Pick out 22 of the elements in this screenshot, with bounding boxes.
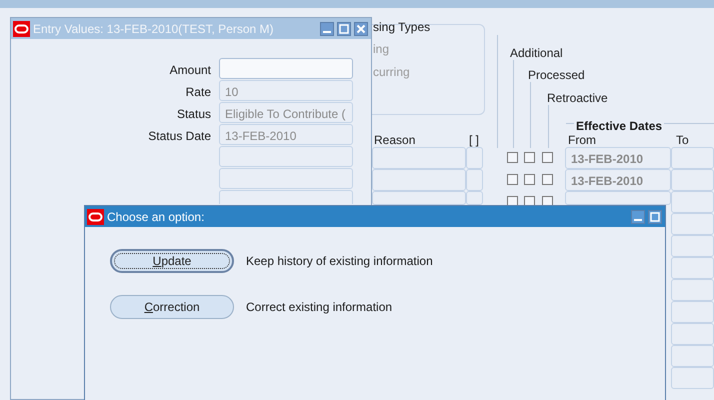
option-description: Correct existing information — [246, 299, 392, 316]
column-header: [ ] — [469, 132, 480, 149]
group-title: sing Types — [373, 19, 430, 36]
option-label: curring — [373, 64, 410, 81]
column-header: To — [676, 132, 689, 149]
window-title: Choose an option: — [107, 208, 206, 226]
option-description: Keep history of existing information — [246, 253, 433, 270]
window-title: Entry Values: 13-FEB-2010(TEST, Person M) — [33, 20, 275, 38]
field-label: Status Date — [147, 128, 211, 145]
date-field[interactable]: 13-FEB-2010 — [565, 169, 671, 191]
option-label: ing — [373, 41, 390, 58]
column-header: Reason — [374, 132, 416, 149]
field-label: Amount — [168, 62, 211, 79]
column-header: Retroactive — [547, 90, 608, 107]
field-label: Rate — [184, 84, 211, 101]
column-header: Additional — [510, 45, 563, 62]
column-header: From — [568, 132, 596, 149]
column-header: Processed — [528, 67, 585, 84]
option-button[interactable]: Update — [110, 249, 234, 273]
date-field[interactable]: 13-FEB-2010 — [565, 147, 671, 169]
field-label: Status — [176, 106, 211, 123]
option-button[interactable]: Correction — [110, 295, 234, 319]
